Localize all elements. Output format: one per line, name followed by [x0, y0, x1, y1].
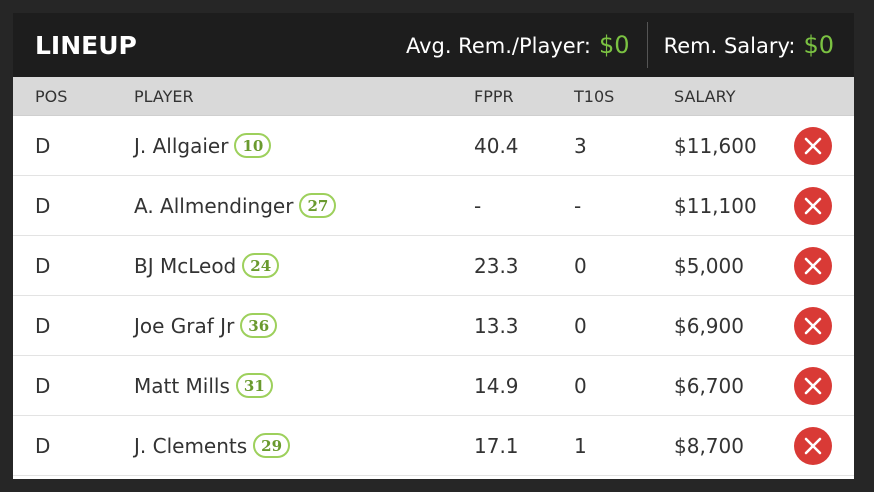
car-number-badge: 31: [235, 373, 273, 398]
remove-player-button[interactable]: [794, 426, 832, 465]
table-row: D BJ McLeod 24 23.3 0 $5,000: [13, 236, 854, 296]
close-circle-icon[interactable]: [794, 306, 832, 345]
lineup-header: LINEUP Avg. Rem./Player: $0 Rem. Salary:…: [13, 13, 854, 77]
player-t10s: 0: [574, 313, 587, 338]
player-position: D: [35, 133, 51, 158]
player-salary: $11,600: [674, 133, 757, 158]
column-header-player[interactable]: PLAYER: [134, 87, 194, 106]
remove-player-button[interactable]: [794, 246, 832, 285]
remove-player-button[interactable]: [794, 366, 832, 405]
remaining-salary-label: Rem. Salary:: [663, 34, 796, 58]
player-t10s: 0: [574, 253, 587, 278]
player-t10s: 3: [574, 133, 587, 158]
player-cell: BJ McLeod 24: [134, 253, 280, 278]
player-name[interactable]: BJ McLeod: [134, 254, 236, 278]
car-number-badge: 10: [234, 133, 272, 158]
player-t10s: 0: [574, 373, 587, 398]
car-number-badge: 29: [253, 433, 291, 458]
player-salary: $6,700: [674, 373, 744, 398]
lineup-title: LINEUP: [35, 30, 137, 60]
player-name[interactable]: J. Clements: [134, 434, 247, 458]
close-circle-icon[interactable]: [794, 126, 832, 165]
lineup-table-body: D J. Allgaier 10 40.4 3 $11,600 D A. All…: [13, 116, 854, 476]
header-divider: [646, 22, 648, 68]
avg-remaining-label: Avg. Rem./Player:: [405, 34, 592, 58]
lineup-panel: LINEUP Avg. Rem./Player: $0 Rem. Salary:…: [13, 13, 854, 479]
close-circle-icon[interactable]: [794, 246, 832, 285]
player-name[interactable]: A. Allmendinger: [134, 194, 293, 218]
remaining-salary: Rem. Salary: $0: [664, 31, 834, 59]
player-fppr: 13.3: [474, 313, 519, 338]
table-row: D J. Allgaier 10 40.4 3 $11,600: [13, 116, 854, 176]
column-header-t10s[interactable]: T10S: [574, 87, 614, 106]
player-fppr: 14.9: [474, 373, 519, 398]
avg-remaining-value: $0: [599, 31, 630, 59]
player-salary: $6,900: [674, 313, 744, 338]
player-fppr: 23.3: [474, 253, 519, 278]
player-t10s: -: [574, 193, 582, 218]
avg-remaining-per-player: Avg. Rem./Player: $0: [406, 31, 630, 59]
table-row: D J. Clements 29 17.1 1 $8,700: [13, 416, 854, 476]
column-header-row: POS PLAYER FPPR T10S SALARY: [13, 77, 854, 116]
close-circle-icon[interactable]: [794, 426, 832, 465]
player-position: D: [35, 193, 51, 218]
column-header-fppr[interactable]: FPPR: [474, 87, 514, 106]
player-cell: J. Clements 29: [134, 433, 291, 458]
player-t10s: 1: [574, 433, 587, 458]
player-cell: J. Allgaier 10: [134, 133, 272, 158]
table-row: D A. Allmendinger 27 - - $11,100: [13, 176, 854, 236]
player-salary: $5,000: [674, 253, 744, 278]
column-header-pos[interactable]: POS: [35, 87, 67, 106]
player-cell: Matt Mills 31: [134, 373, 273, 398]
player-name[interactable]: Joe Graf Jr: [134, 314, 234, 338]
player-fppr: -: [474, 193, 482, 218]
player-salary: $11,100: [674, 193, 757, 218]
column-header-salary[interactable]: SALARY: [674, 87, 736, 106]
remaining-salary-value: $0: [803, 31, 834, 59]
table-row: D Matt Mills 31 14.9 0 $6,700: [13, 356, 854, 416]
player-position: D: [35, 313, 51, 338]
player-fppr: 40.4: [474, 133, 519, 158]
remove-player-button[interactable]: [794, 306, 832, 345]
player-position: D: [35, 433, 51, 458]
table-row: D Joe Graf Jr 36 13.3 0 $6,900: [13, 296, 854, 356]
player-position: D: [35, 373, 51, 398]
player-name[interactable]: Matt Mills: [134, 374, 230, 398]
player-fppr: 17.1: [474, 433, 519, 458]
car-number-badge: 24: [242, 253, 280, 278]
remove-player-button[interactable]: [794, 126, 832, 165]
car-number-badge: 27: [299, 193, 337, 218]
player-cell: Joe Graf Jr 36: [134, 313, 278, 338]
player-position: D: [35, 253, 51, 278]
player-cell: A. Allmendinger 27: [134, 193, 337, 218]
close-circle-icon[interactable]: [794, 366, 832, 405]
player-salary: $8,700: [674, 433, 744, 458]
close-circle-icon[interactable]: [794, 186, 832, 225]
remove-player-button[interactable]: [794, 186, 832, 225]
car-number-badge: 36: [240, 313, 278, 338]
player-name[interactable]: J. Allgaier: [134, 134, 228, 158]
